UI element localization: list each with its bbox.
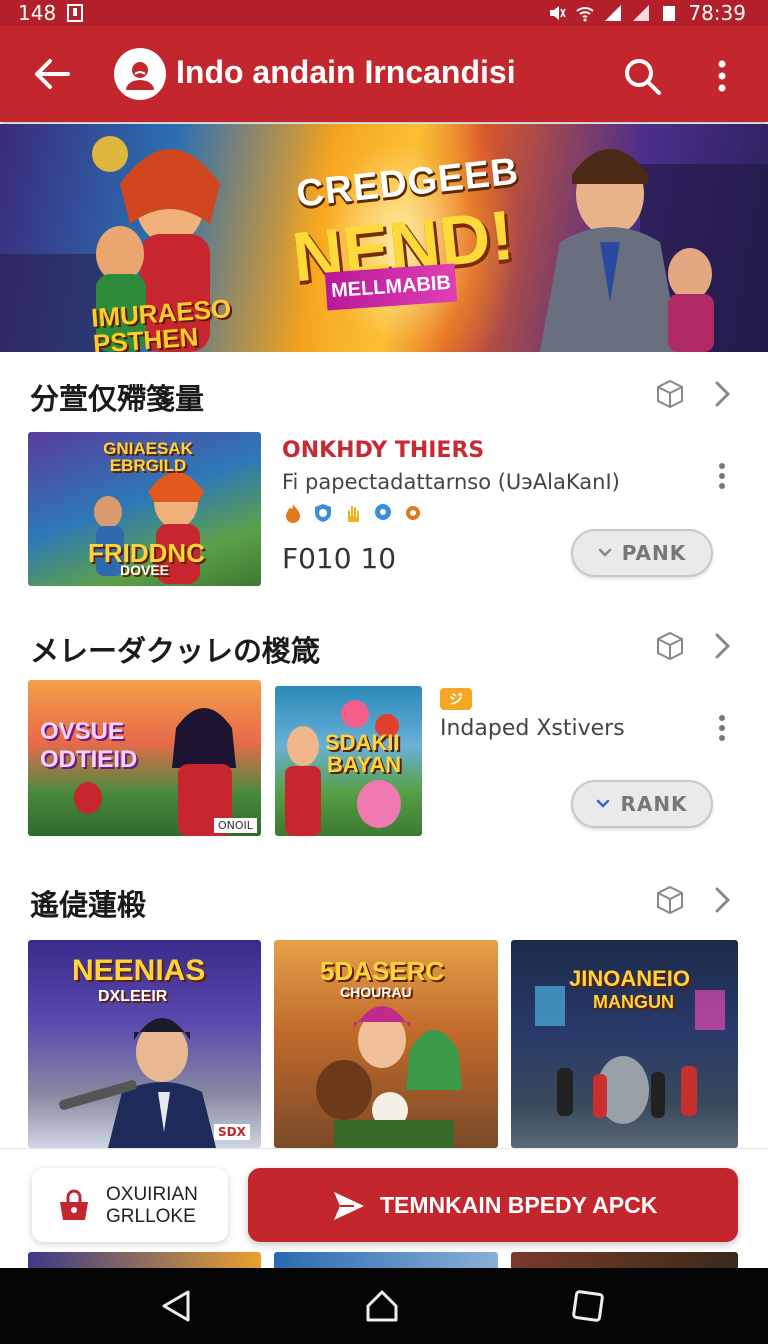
game-thumbnail-2[interactable]: OVSUE ODTIEID ONOIL: [28, 680, 261, 836]
item-2-more-icon[interactable]: [712, 712, 732, 744]
card-1-line1: NEENIAS: [72, 954, 206, 987]
item-1-icon-row: [282, 502, 424, 524]
game-thumbnail-1[interactable]: GNIAESAK EBRGILD FRIDDNC DOVEE: [28, 432, 261, 586]
item-1-more-icon[interactable]: [712, 460, 732, 492]
status-bar: 148 78:39: [0, 0, 768, 26]
thumbnail-3-line2: BAYAN: [327, 752, 402, 777]
game-card-1[interactable]: NEENIAS DXLEEIR SDX: [28, 940, 261, 1148]
rank-button-1-label: PANK: [621, 541, 687, 565]
shopping-basket-icon: [60, 1189, 88, 1220]
section-header-3: 遙偼蓮椴: [0, 870, 768, 930]
card-3-line1: JINOANEIO: [569, 966, 691, 991]
primary-action-button[interactable]: TEMNKAIN BPEDY APCK: [248, 1168, 738, 1242]
secondary-action-line1: OXUIRIAN: [106, 1184, 198, 1205]
send-icon: [334, 1192, 364, 1220]
secondary-action-label: OXUIRIAN GRLLOKE: [106, 1184, 198, 1228]
app-logo: [114, 48, 166, 100]
nav-recents-icon[interactable]: [568, 1286, 608, 1326]
signal-icon: [605, 5, 622, 21]
cube-icon[interactable]: [654, 630, 686, 662]
secondary-action-button[interactable]: OXUIRIAN GRLLOKE: [32, 1168, 228, 1242]
thumbnail-2-line1: OVSUE: [40, 718, 125, 745]
gear-icon: [406, 506, 420, 520]
thumbnail-2-line2: ODTIEID: [40, 746, 138, 773]
item-2-title[interactable]: Indaped Xstivers: [440, 716, 625, 741]
chevron-down-icon: [597, 799, 610, 808]
app-bar: Indo andain Irncandisi: [0, 26, 768, 122]
card-2-line1: 5DASERC: [320, 956, 445, 986]
peek-card-1: [28, 1252, 261, 1268]
card-1-line2: DXLEEIR: [98, 988, 168, 1005]
section-header-2: メレーダクッレの椶箴: [0, 616, 768, 676]
more-vert-icon[interactable]: [708, 56, 736, 96]
chevron-right-icon[interactable]: [708, 630, 736, 662]
section-title-3: 遙偼蓮椴: [30, 888, 147, 922]
rank-button-1[interactable]: PANK: [571, 529, 713, 577]
sad-face-icon: [126, 62, 154, 90]
game-card-3[interactable]: JINOANEIO MANGUN: [511, 940, 738, 1148]
cube-icon[interactable]: [654, 378, 686, 410]
new-badge: ジ: [440, 688, 472, 710]
mute-icon: [550, 6, 567, 20]
primary-action-label: TEMNKAIN BPEDY APCK: [380, 1192, 658, 1218]
thumbnail-1-top-label: GNIAESAK EBRGILD: [103, 439, 193, 475]
wifi-icon: [576, 7, 595, 22]
section-header-1: 分萱仅殢箋量: [0, 364, 768, 424]
system-nav-bar: [0, 1268, 768, 1344]
chevron-down-icon: [598, 548, 611, 557]
item-1-subtitle: Fi papectadattarnso (UэAlaKanI): [282, 470, 620, 494]
signal-icon-2: [633, 5, 650, 21]
rank-button-2[interactable]: RANK: [571, 780, 713, 828]
search-icon[interactable]: [620, 54, 664, 98]
status-time: 78:39: [688, 1, 746, 25]
status-left-text: 148: [18, 1, 57, 25]
card-2-line2: CHOURAU: [340, 984, 412, 1000]
battery-icon: [663, 6, 676, 21]
section-title-2: メレーダクッレの椶箴: [30, 634, 321, 668]
thumbnail-2-tag: ONOIL: [214, 818, 257, 833]
chevron-right-icon[interactable]: [708, 378, 736, 410]
nav-back-icon[interactable]: [156, 1286, 196, 1326]
item-1-title[interactable]: ONKHDY THIERS: [282, 438, 484, 463]
banner-left-logo: IMURAESO PSTHEN: [90, 293, 233, 352]
game-thumbnail-3[interactable]: SDAKII BAYAN: [275, 686, 422, 836]
hand-icon: [348, 506, 359, 522]
hero-banner[interactable]: CREDGEEB NEND! MELLMABIB IMURAESO PSTHEN: [0, 124, 768, 352]
app-title: Indo andain Irncandisi: [176, 54, 516, 90]
secondary-action-line2: GRLLOKE: [106, 1206, 196, 1227]
peek-card-2: [274, 1252, 498, 1268]
game-card-2[interactable]: 5DASERC CHOURAU: [274, 940, 498, 1148]
nav-home-icon[interactable]: [362, 1286, 402, 1326]
section-title-1: 分萱仅殢箋量: [30, 382, 205, 416]
thumbnail-1-bottom-label-2: DOVEE: [120, 562, 170, 578]
card-1-tag: SDX: [214, 1124, 250, 1140]
card-3-line2: MANGUN: [593, 992, 674, 1012]
rank-button-2-label: RANK: [620, 792, 688, 816]
back-arrow-icon[interactable]: [28, 50, 76, 98]
flame-icon: [286, 504, 300, 523]
item-1-price: F010 10: [282, 542, 397, 575]
shield-icon: [315, 504, 331, 522]
peek-card-3: [511, 1252, 738, 1268]
chevron-right-icon[interactable]: [708, 884, 736, 916]
notification-icon: [67, 4, 84, 22]
pin-icon: [375, 504, 391, 520]
cube-icon[interactable]: [654, 884, 686, 916]
